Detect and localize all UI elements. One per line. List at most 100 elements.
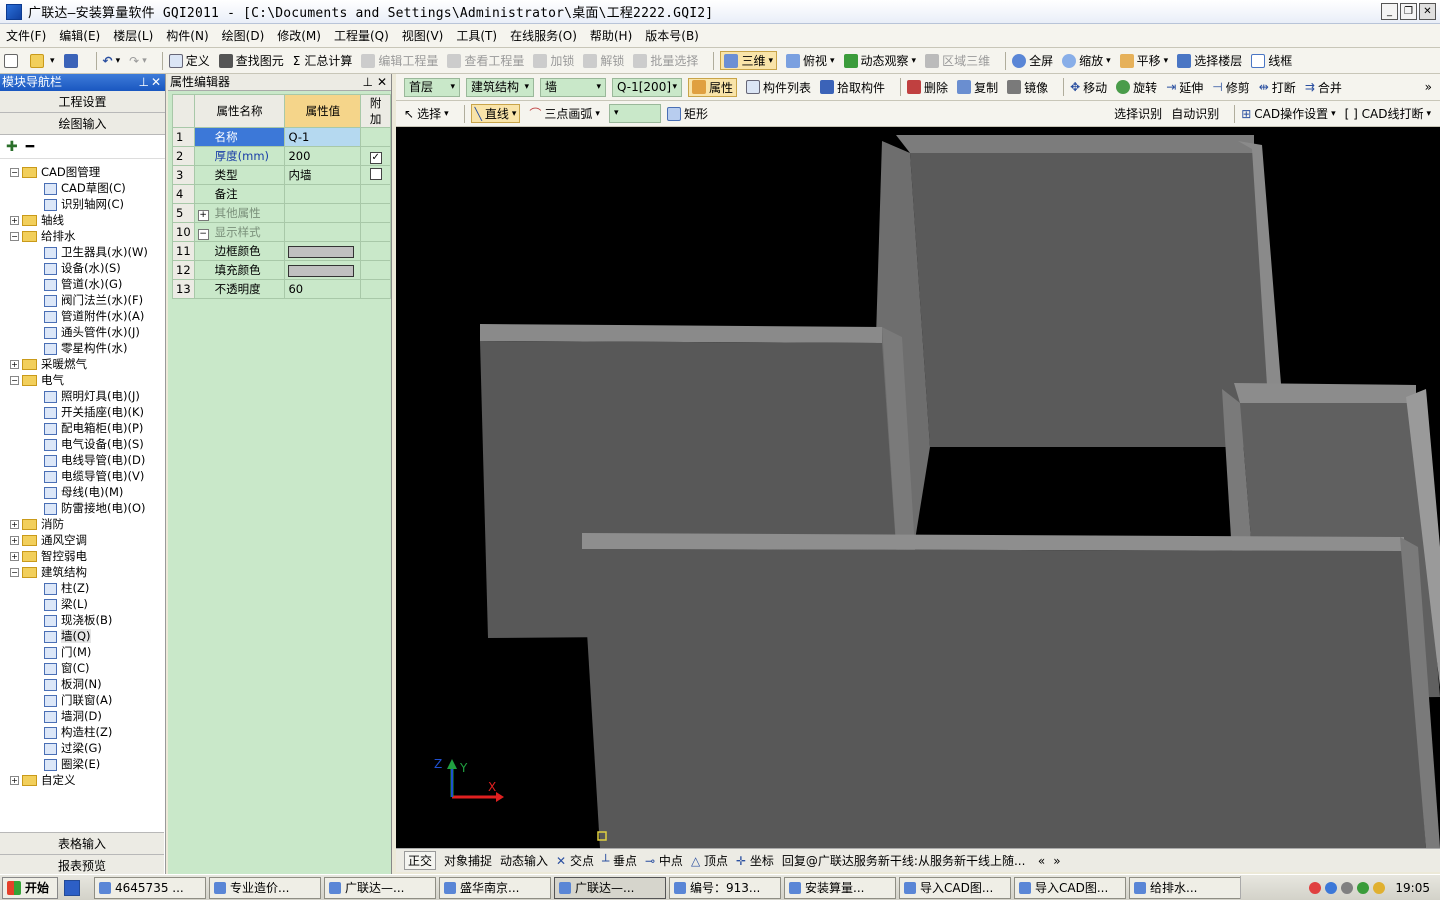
start-button[interactable]: 开始 <box>2 876 59 899</box>
merge-button[interactable]: ⇉ 合并 <box>1305 79 1342 96</box>
tree-item[interactable]: 通头管件(水)(J) <box>0 324 164 340</box>
delete-button[interactable]: 删除 <box>907 79 948 96</box>
tab-report-preview[interactable]: 报表预览 <box>0 854 164 876</box>
property-row[interactable]: 3 类型 内墙 <box>172 165 391 185</box>
taskbar-item[interactable]: 安装算量... <box>784 876 897 899</box>
collapse-icon[interactable]: − <box>10 568 19 577</box>
tray-icon[interactable] <box>1325 881 1338 894</box>
status-message[interactable]: 回复@广联达服务新干线:从服务新干线上随... <box>782 852 1030 869</box>
property-row[interactable]: 11 边框颜色 <box>172 241 391 261</box>
quick-launch-icon[interactable] <box>64 879 81 896</box>
tree-item[interactable]: 电气设备(电)(S) <box>0 436 164 452</box>
tree-item[interactable]: 墙(Q) <box>0 628 164 644</box>
arc-tool-button[interactable]: ⌒ 三点画弧 <box>529 105 600 122</box>
taskbar-item[interactable]: 专业造价... <box>209 876 322 899</box>
snap-perpendicular[interactable]: ┴ 垂点 <box>602 852 637 869</box>
minimize-button[interactable]: _ <box>1381 3 1398 20</box>
lock-button[interactable]: 加锁 <box>533 52 574 69</box>
view-3d-button[interactable]: 三维 <box>720 51 777 70</box>
property-row[interactable]: 2 厚度(mm) 200 ✓ <box>172 146 391 166</box>
property-row[interactable]: 13 不透明度 60 <box>172 279 391 299</box>
more-tools-button[interactable]: » <box>1425 80 1432 94</box>
tree-item[interactable]: 开关插座(电)(K) <box>0 404 164 420</box>
pin-icon[interactable]: ⊥ <box>139 74 149 91</box>
component-list-button[interactable]: 构件列表 <box>746 79 811 96</box>
tree-folder[interactable]: − CAD图管理 <box>0 164 164 180</box>
undo-button[interactable]: ↶ <box>103 54 121 68</box>
define-button[interactable]: 定义 <box>168 52 210 69</box>
collapse-icon[interactable]: − <box>10 376 19 385</box>
tree-item[interactable]: 管道(水)(G) <box>0 276 164 292</box>
property-value[interactable] <box>284 222 362 242</box>
menu-quantity[interactable]: 工程量(Q) <box>334 27 389 44</box>
menu-view[interactable]: 视图(V) <box>402 27 444 44</box>
tree-item[interactable]: 窗(C) <box>0 660 164 676</box>
pan-button[interactable]: 平移 <box>1119 52 1169 69</box>
object-snap-toggle[interactable]: 对象捕捉 <box>444 852 492 869</box>
property-row[interactable]: 10− 显示样式 <box>172 222 391 242</box>
tray-icon[interactable] <box>1309 881 1322 894</box>
taskbar-item[interactable]: 导入CAD图... <box>1014 876 1127 899</box>
tab-drawing-input[interactable]: 绘图输入 <box>0 113 165 135</box>
cad-line-break-button[interactable]: [ ] CAD线打断 <box>1345 105 1431 122</box>
dynamic-input-toggle[interactable]: 动态输入 <box>500 852 548 869</box>
unlock-button[interactable]: 解锁 <box>583 52 624 69</box>
tree-item[interactable]: 照明灯具(电)(J) <box>0 388 164 404</box>
expand-icon[interactable]: + <box>10 216 19 225</box>
tree-folder[interactable]: + 消防 <box>0 516 164 532</box>
expand-icon[interactable]: + <box>10 776 19 785</box>
property-value[interactable] <box>284 260 362 280</box>
zoom-button[interactable]: 缩放 <box>1062 52 1111 69</box>
property-value[interactable]: Q-1 <box>284 127 362 147</box>
snap-intersection[interactable]: ✕ 交点 <box>556 852 594 869</box>
tree-item[interactable]: 管道附件(水)(A) <box>0 308 164 324</box>
property-value[interactable]: 内墙 <box>284 165 362 185</box>
expand-icon[interactable]: + <box>10 520 19 529</box>
menu-tools[interactable]: 工具(T) <box>456 27 497 44</box>
tree-item[interactable]: 过梁(G) <box>0 740 164 756</box>
component-instance-select[interactable]: Q-1[200] <box>612 77 682 97</box>
collapse-icon[interactable]: − <box>10 168 19 177</box>
tree-item[interactable]: CAD草图(C) <box>0 180 164 196</box>
property-row[interactable]: 1 名称 Q-1 <box>172 127 391 147</box>
tree-item[interactable]: 零星构件(水) <box>0 340 164 356</box>
fullscreen-button[interactable]: 全屏 <box>1012 52 1053 69</box>
tree-item[interactable]: 卫生器具(水)(W) <box>0 244 164 260</box>
tree-item[interactable]: 设备(水)(S) <box>0 260 164 276</box>
taskbar-item[interactable]: 给排水... <box>1129 876 1242 899</box>
tree-item[interactable]: 墙洞(D) <box>0 708 164 724</box>
taskbar-item[interactable]: 编号：913... <box>669 876 782 899</box>
tree-item[interactable]: 阀门法兰(水)(F) <box>0 292 164 308</box>
ortho-toggle[interactable]: 正交 <box>404 851 437 870</box>
menu-online[interactable]: 在线服务(O) <box>510 27 577 44</box>
tree-item[interactable]: 梁(L) <box>0 596 164 612</box>
menu-floor[interactable]: 楼层(L) <box>113 27 153 44</box>
expand-all-icon[interactable]: ✚ <box>6 139 18 155</box>
tree-item[interactable]: 门联窗(A) <box>0 692 164 708</box>
component-type-select[interactable]: 墙 <box>540 77 606 97</box>
close-button[interactable]: ✕ <box>1419 3 1436 20</box>
pick-component-button[interactable]: 拾取构件 <box>820 79 885 96</box>
tree-folder[interactable]: + 智控弱电 <box>0 548 164 564</box>
tree-item[interactable]: 圈梁(E) <box>0 756 164 772</box>
expand-icon[interactable]: + <box>10 360 19 369</box>
menu-draw[interactable]: 绘图(D) <box>222 27 265 44</box>
tree-item[interactable]: 识别轴网(C) <box>0 196 164 212</box>
property-row[interactable]: 12 填充颜色 <box>172 260 391 280</box>
tree-item[interactable]: 构造柱(Z) <box>0 724 164 740</box>
tree-folder[interactable]: − 建筑结构 <box>0 564 164 580</box>
category-select[interactable]: 建筑结构 <box>466 77 534 97</box>
tree-item[interactable]: 母线(电)(M) <box>0 484 164 500</box>
taskbar-item[interactable]: 广联达—... <box>324 876 437 899</box>
property-value[interactable]: 60 <box>284 279 362 299</box>
trim-button[interactable]: ⊣ 修剪 <box>1212 79 1249 96</box>
collapse-icon[interactable]: − <box>197 229 209 240</box>
wireframe-button[interactable]: 线框 <box>1251 52 1292 69</box>
find-element-button[interactable]: 查找图元 <box>218 52 284 69</box>
taskbar-item[interactable]: 盛华南京... <box>439 876 552 899</box>
additional-checkbox[interactable] <box>369 167 382 180</box>
move-button[interactable]: ✥ 移动 <box>1070 79 1107 96</box>
expand-icon[interactable]: + <box>10 536 19 545</box>
tree-folder[interactable]: + 通风空调 <box>0 532 164 548</box>
region-3d-button[interactable]: 区域三维 <box>925 52 990 69</box>
